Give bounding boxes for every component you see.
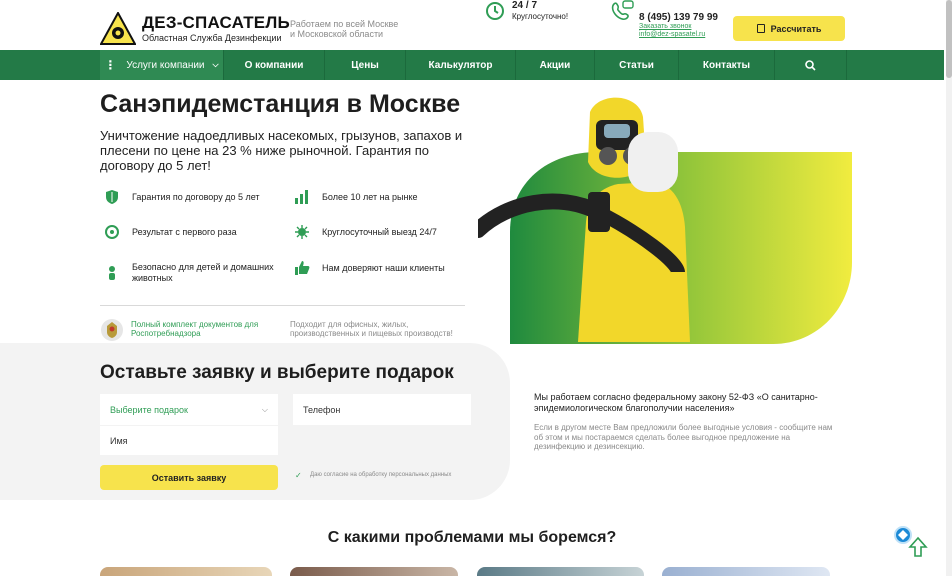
logo-hazard-icon	[99, 10, 137, 45]
main-nav: ⋮ Услуги компании ⌵ О компании Цены Каль…	[0, 50, 944, 80]
child-icon	[109, 266, 115, 280]
docs-link[interactable]: Полный комплект документов для Роспотреб…	[131, 320, 281, 338]
feature-text: Безопасно для детей и домашних животных	[132, 262, 274, 283]
problem-card-1[interactable]	[100, 567, 272, 576]
callback-link[interactable]: Заказать звонок	[639, 23, 691, 30]
nav-item-label: Статьи	[619, 59, 654, 71]
brand-name: ДЕЗ-СПАСАТЕЛЬ	[142, 13, 290, 32]
nav-item-services[interactable]: ⋮ Услуги компании ⌵	[100, 50, 224, 80]
problem-card-4[interactable]	[662, 567, 830, 576]
feature-24-7: Круглосуточный выезд 24/7	[294, 224, 437, 240]
problem-card-3[interactable]	[477, 567, 644, 576]
form-title: Оставьте заявку и выберите подарок	[100, 362, 454, 383]
scroll-top-button[interactable]	[908, 536, 928, 558]
virus-icon	[295, 225, 309, 239]
nav-item-label: Цены	[351, 59, 379, 71]
phone-number[interactable]: 8 (495) 139 79 99	[639, 12, 718, 23]
search-icon	[805, 59, 816, 71]
page-title: Санэпидемстанция в Москве	[100, 90, 461, 118]
divider	[100, 305, 465, 306]
nav-item-label: Акции	[539, 59, 571, 71]
feature-safe: Безопасно для детей и домашних животных	[104, 262, 284, 284]
feature-text: Гарантия по договору до 5 лет	[132, 192, 260, 202]
chevron-down-icon: ⌵	[261, 404, 268, 414]
law-text: Если в другом месте Вам предложили более…	[534, 423, 833, 451]
arrow-up-icon	[908, 536, 928, 557]
brand-subtitle: Областная Служба Дезинфекции	[142, 33, 282, 43]
feature-text: Более 10 лет на рынке	[322, 192, 418, 202]
feature-result: Результат с первого раза	[104, 224, 237, 240]
submit-button[interactable]: Оставить заявку	[100, 465, 278, 490]
gift-select[interactable]: Выберите подарок ⌵	[100, 394, 278, 425]
phone-chat-icon	[611, 0, 635, 22]
nav-item-label: Калькулятор	[428, 59, 493, 71]
feature-text: Нам доверяют наши клиенты	[322, 263, 445, 273]
logo[interactable]	[99, 10, 137, 45]
feature-guarantee: Гарантия по договору до 5 лет	[104, 189, 260, 205]
calculate-button-label: Рассчитать	[770, 23, 822, 34]
feature-years: Более 10 лет на рынке	[294, 189, 418, 205]
clock-icon	[485, 1, 505, 21]
suitable-note: Подходит для офисных, жилых, производств…	[290, 320, 453, 338]
thumbs-up-icon	[295, 261, 310, 275]
name-input[interactable]: Имя	[100, 426, 278, 455]
consent-checkbox[interactable]: ✓	[295, 471, 302, 480]
feature-trust: Нам доверяют наши клиенты	[294, 260, 445, 276]
chevron-down-icon: ⌵	[212, 60, 219, 69]
nav-item-articles[interactable]: Статьи	[595, 50, 679, 80]
nav-item-label: Контакты	[702, 59, 751, 71]
nav-item-promos[interactable]: Акции	[516, 50, 595, 80]
name-input-placeholder: Имя	[110, 435, 128, 446]
nav-search-button[interactable]	[775, 50, 847, 80]
calculate-button[interactable]: Рассчитать	[733, 16, 845, 41]
nav-item-contacts[interactable]: Контакты	[679, 50, 775, 80]
nav-item-calculator[interactable]: Калькулятор	[406, 50, 516, 80]
feature-text: Результат с первого раза	[132, 227, 237, 237]
hours-subtitle: Круглосуточно!	[512, 12, 569, 21]
nav-item-prices[interactable]: Цены	[325, 50, 406, 80]
hero-lead: Уничтожение надоедливых насекомых, грызу…	[100, 128, 463, 173]
shield-icon	[106, 190, 118, 204]
hours-title: 24 / 7	[512, 0, 538, 11]
page-scrollbar[interactable]	[946, 0, 952, 576]
consent-label: Даю согласие на обработку персональных д…	[310, 472, 452, 478]
feature-text: Круглосуточный выезд 24/7	[322, 227, 437, 237]
calculator-icon	[756, 24, 765, 33]
problems-title: С какими проблемами мы боремся?	[327, 529, 617, 546]
phone-input-placeholder: Телефон	[303, 404, 341, 415]
nav-item-label: Услуги компании	[126, 59, 205, 71]
problem-card-2[interactable]	[290, 567, 458, 576]
phone-input[interactable]: Телефон	[293, 394, 471, 425]
bar-chart-icon	[295, 190, 308, 204]
kebab-icon: ⋮	[104, 58, 117, 72]
hero-illustration	[470, 92, 854, 344]
emblem-icon	[100, 317, 124, 343]
email-link[interactable]: info@dez-spasatel.ru	[639, 31, 705, 38]
submit-button-label: Оставить заявку	[151, 472, 227, 483]
nav-item-about[interactable]: О компании	[224, 50, 325, 80]
region-note: Работаем по всей Москве и Московской обл…	[290, 19, 399, 39]
nav-item-label: О компании	[244, 59, 304, 71]
target-icon	[105, 225, 119, 239]
law-title: Мы работаем согласно федеральному закону…	[534, 392, 818, 413]
gift-select-value: Выберите подарок	[110, 404, 188, 415]
